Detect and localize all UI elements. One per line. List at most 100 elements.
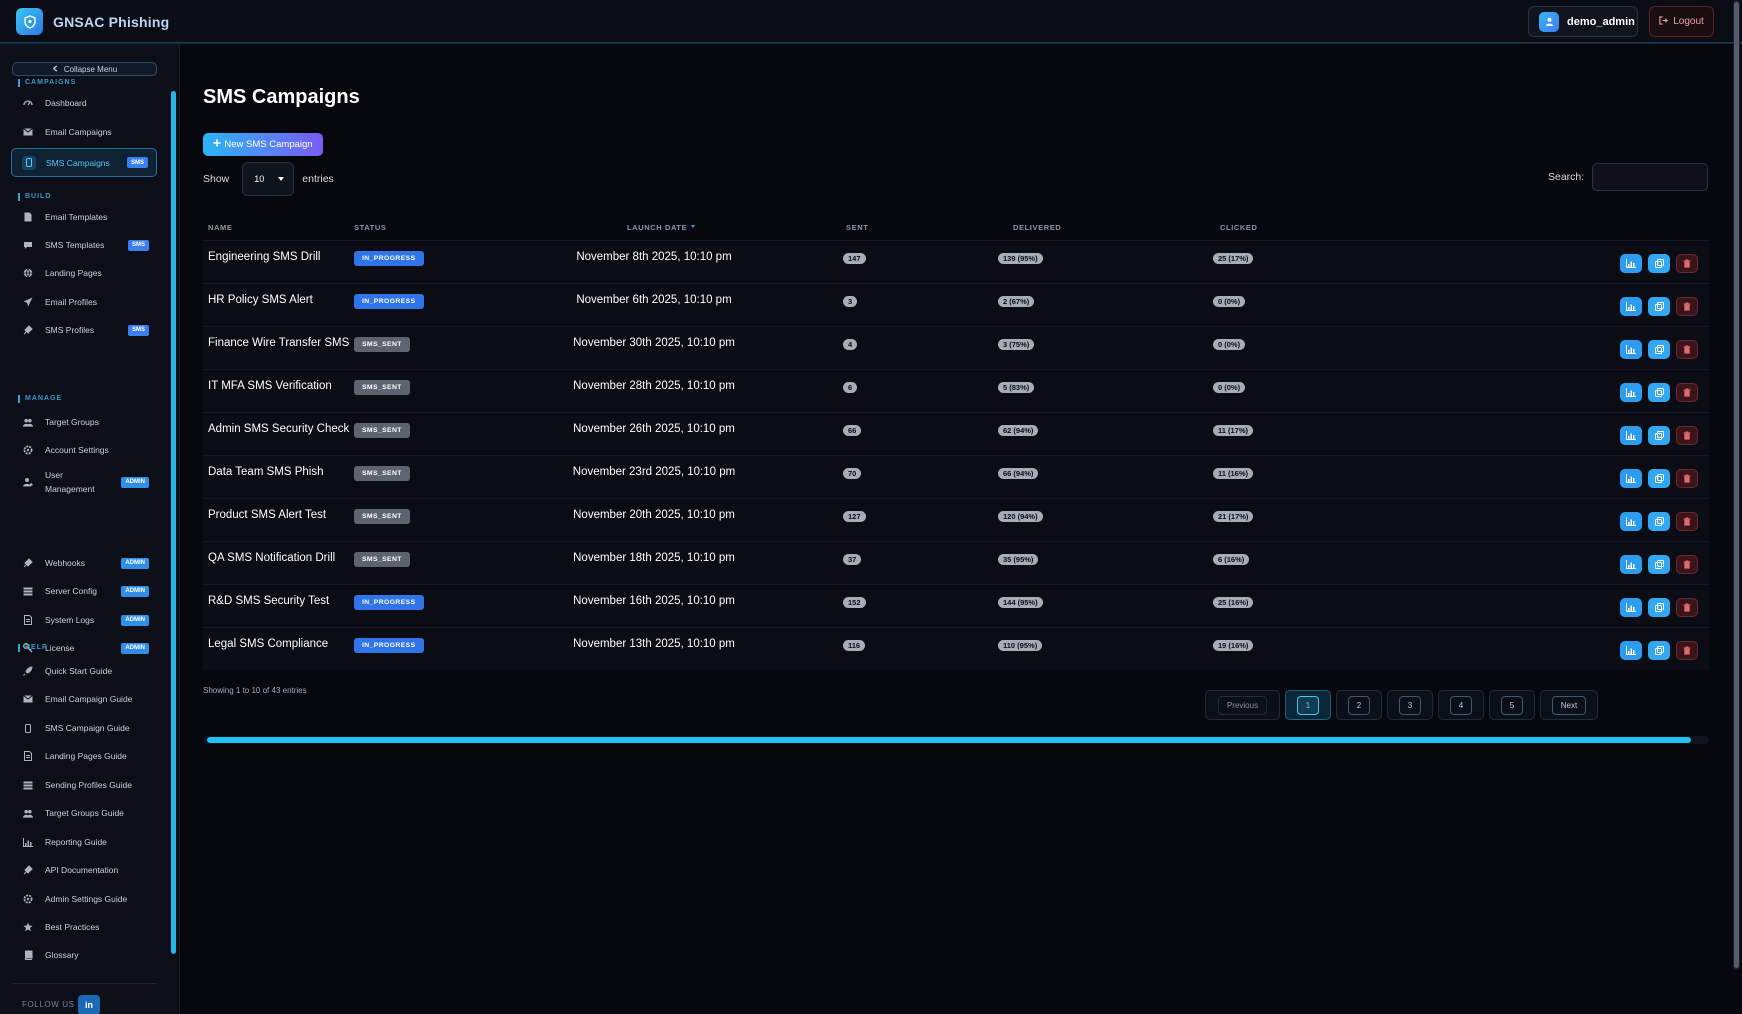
new-sms-campaign-button[interactable]: New SMS Campaign (203, 133, 323, 156)
sidebar-item-landing-pages[interactable]: Landing Pages (11, 260, 157, 286)
campaign-name[interactable]: Legal SMS Compliance (208, 638, 328, 650)
campaign-name[interactable]: Admin SMS Security Check (208, 423, 349, 435)
campaign-name[interactable]: Product SMS Alert Test (208, 509, 326, 521)
copy-campaign-button[interactable] (1648, 469, 1670, 488)
table-row[interactable]: R&D SMS Security Test IN_PROGRESS November… (203, 584, 1709, 627)
campaign-name[interactable]: Data Team SMS Phish (208, 466, 323, 478)
sidebar-item-admin-settings-guide[interactable]: Admin Settings Guide (11, 886, 157, 912)
logout-button[interactable]: Logout (1649, 6, 1714, 37)
sidebar-item-account-settings[interactable]: Account Settings (11, 437, 157, 463)
copy-campaign-button[interactable] (1648, 383, 1670, 402)
view-report-button[interactable] (1620, 512, 1642, 531)
view-report-button[interactable] (1620, 555, 1642, 574)
pagination-page-3[interactable]: 3 (1387, 690, 1433, 720)
table-row[interactable]: QA SMS Notification Drill SMS_SENT Novembe… (203, 541, 1709, 584)
sidebar-item-system-logs[interactable]: System Logs ADMIN (11, 607, 157, 633)
pagination-previous-button[interactable]: Previous (1205, 690, 1280, 720)
sidebar-item-sms-campaigns[interactable]: SMS Campaigns SMS (11, 148, 157, 177)
sidebar-item-api-documentation[interactable]: API Documentation (11, 857, 157, 883)
copy-campaign-button[interactable] (1648, 598, 1670, 617)
sidebar-item-email-templates[interactable]: Email Templates (11, 204, 157, 230)
sidebar-item-sending-profiles-guide[interactable]: Sending Profiles Guide (11, 772, 157, 798)
pagination-page-4[interactable]: 4 (1438, 690, 1484, 720)
pagination-page-1[interactable]: 1 (1285, 690, 1331, 720)
campaign-name[interactable]: HR Policy SMS Alert (208, 294, 313, 306)
delete-campaign-button[interactable] (1676, 555, 1698, 574)
page-scrollbar-thumb[interactable] (1734, 2, 1739, 968)
copy-campaign-button[interactable] (1648, 297, 1670, 316)
column-header-launch-date[interactable]: LAUNCH DATE (627, 223, 696, 232)
search-input[interactable] (1592, 163, 1708, 191)
sidebar-item-target-groups-guide[interactable]: Target Groups Guide (11, 800, 157, 826)
table-row[interactable]: Admin SMS Security Check SMS_SENT November… (203, 412, 1709, 455)
entries-select[interactable]: 10 (242, 162, 295, 196)
column-header-status[interactable]: STATUS (354, 223, 387, 232)
pagination-next-button[interactable]: Next (1540, 690, 1598, 720)
delete-campaign-button[interactable] (1676, 340, 1698, 359)
pagination-page-2[interactable]: 2 (1336, 690, 1382, 720)
view-report-button[interactable] (1620, 641, 1642, 660)
copy-campaign-button[interactable] (1648, 254, 1670, 273)
sidebar-item-quick-start-guide[interactable]: Quick Start Guide (11, 658, 157, 684)
campaign-name[interactable]: Finance Wire Transfer SMS (208, 337, 349, 349)
table-row[interactable]: Data Team SMS Phish SMS_SENT November 23rd… (203, 455, 1709, 498)
sidebar-item-glossary[interactable]: Glossary (11, 942, 157, 968)
sidebar-item-sms-profiles[interactable]: SMS Profiles SMS (11, 317, 157, 343)
table-row[interactable]: Legal SMS Compliance IN_PROGRESS November … (203, 627, 1709, 670)
delete-campaign-button[interactable] (1676, 469, 1698, 488)
sidebar-item-email-campaigns[interactable]: Email Campaigns (11, 119, 157, 145)
copy-campaign-button[interactable] (1648, 426, 1670, 445)
delete-campaign-button[interactable] (1676, 426, 1698, 445)
column-header-sent[interactable]: SENT (846, 223, 868, 232)
sidebar-item-user-management[interactable]: User Management ADMIN (11, 464, 157, 500)
page-scrollbar[interactable] (1733, 0, 1740, 970)
campaign-name[interactable]: Engineering SMS Drill (208, 251, 321, 263)
sidebar-item-reporting-guide[interactable]: Reporting Guide (11, 829, 157, 855)
sidebar-item-sms-campaign-guide[interactable]: SMS Campaign Guide (11, 715, 157, 741)
column-header-name[interactable]: NAME (208, 223, 232, 232)
sidebar-item-webhooks[interactable]: Webhooks ADMIN (11, 550, 157, 576)
sidebar-scrollbar[interactable] (171, 91, 176, 954)
sidebar-item-server-config[interactable]: Server Config ADMIN (11, 578, 157, 604)
sidebar-item-email-campaign-guide[interactable]: Email Campaign Guide (11, 686, 157, 712)
copy-campaign-button[interactable] (1648, 641, 1670, 660)
brand[interactable]: GNSAC Phishing (16, 8, 169, 35)
campaign-name[interactable]: R&D SMS Security Test (208, 595, 329, 607)
copy-campaign-button[interactable] (1648, 340, 1670, 359)
sidebar-item-target-groups[interactable]: Target Groups (11, 409, 157, 435)
sidebar-item-landing-pages-guide[interactable]: Landing Pages Guide (11, 743, 157, 769)
table-row[interactable]: Finance Wire Transfer SMS SMS_SENT Novembe… (203, 326, 1709, 369)
campaign-name[interactable]: QA SMS Notification Drill (208, 552, 335, 564)
linkedin-icon[interactable]: in (78, 995, 100, 1014)
delete-campaign-button[interactable] (1676, 512, 1698, 531)
column-header-clicked[interactable]: CLICKED (1220, 223, 1258, 232)
column-header-delivered[interactable]: DELIVERED (1013, 223, 1061, 232)
pagination-page-5[interactable]: 5 (1489, 690, 1535, 720)
copy-campaign-button[interactable] (1648, 555, 1670, 574)
sidebar-item-dashboard[interactable]: Dashboard (11, 90, 157, 116)
table-row[interactable]: Product SMS Alert Test SMS_SENT November 2… (203, 498, 1709, 541)
campaign-name[interactable]: IT MFA SMS Verification (208, 380, 332, 392)
view-report-button[interactable] (1620, 469, 1642, 488)
delete-campaign-button[interactable] (1676, 598, 1698, 617)
sidebar-item-sms-templates[interactable]: SMS Templates SMS (11, 232, 157, 258)
view-report-button[interactable] (1620, 426, 1642, 445)
view-report-button[interactable] (1620, 598, 1642, 617)
table-row[interactable]: Engineering SMS Drill IN_PROGRESS November… (203, 240, 1709, 283)
user-menu-button[interactable]: demo_admin (1528, 6, 1638, 37)
view-report-button[interactable] (1620, 340, 1642, 359)
delete-campaign-button[interactable] (1676, 383, 1698, 402)
copy-campaign-button[interactable] (1648, 512, 1670, 531)
table-row[interactable]: HR Policy SMS Alert IN_PROGRESS November 6… (203, 283, 1709, 326)
view-report-button[interactable] (1620, 254, 1642, 273)
view-report-button[interactable] (1620, 383, 1642, 402)
delete-campaign-button[interactable] (1676, 297, 1698, 316)
table-scrollbar-thumb[interactable] (207, 737, 1691, 743)
table-row[interactable]: IT MFA SMS Verification SMS_SENT November … (203, 369, 1709, 412)
table-horizontal-scrollbar[interactable] (203, 736, 1709, 744)
sidebar-item-best-practices[interactable]: Best Practices (11, 914, 157, 940)
delete-campaign-button[interactable] (1676, 254, 1698, 273)
delete-campaign-button[interactable] (1676, 641, 1698, 660)
view-report-button[interactable] (1620, 297, 1642, 316)
sidebar-item-email-profiles[interactable]: Email Profiles (11, 289, 157, 315)
